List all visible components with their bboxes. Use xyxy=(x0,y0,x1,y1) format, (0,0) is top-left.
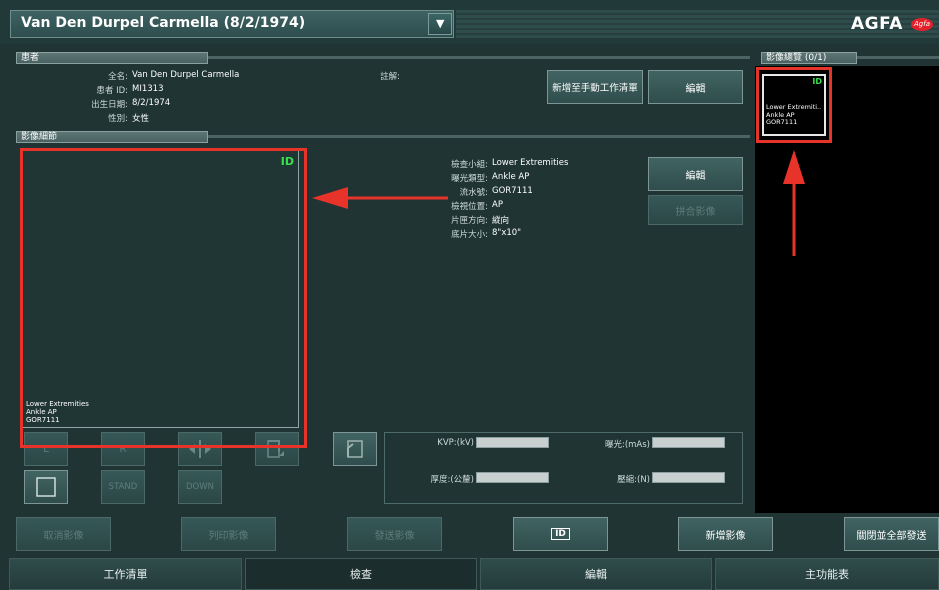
thickness-field[interactable] xyxy=(476,472,549,483)
detail-label: 檢查小組: xyxy=(451,160,488,170)
section-divider xyxy=(208,135,750,138)
detail-value: 縱向 xyxy=(492,216,510,226)
id-button[interactable]: ID xyxy=(513,517,608,551)
patient-id-label: 患者 ID: xyxy=(96,86,128,96)
patient-selector[interactable]: Van Den Durpel Carmella (8/2/1974) xyxy=(10,10,454,38)
section-divider xyxy=(208,56,750,59)
patient-id-value: MI1313 xyxy=(132,84,164,94)
detail-label: 檢視位置: xyxy=(451,202,488,212)
sex-value: 女性 xyxy=(132,114,150,124)
kvp-field[interactable] xyxy=(476,437,549,448)
kvp-label: KVP:(kV) xyxy=(437,438,474,448)
crop-frame-icon xyxy=(36,477,56,497)
patient-edit-button[interactable]: 編輯 xyxy=(648,70,743,104)
patient-title: Van Den Durpel Carmella (8/2/1974) xyxy=(21,15,306,31)
send-image-button[interactable]: 發送影像 xyxy=(347,517,442,551)
chevron-down-icon: ▼ xyxy=(436,17,445,30)
dob-value: 8/2/1974 xyxy=(132,98,171,108)
detail-label: 片匣方向: xyxy=(451,216,488,226)
highlight-thumbnail-box xyxy=(756,67,832,143)
detail-value: 8"x10" xyxy=(492,228,522,238)
close-and-send-all-button[interactable]: 關閉並全部發送 xyxy=(844,517,939,551)
stand-button[interactable]: STAND xyxy=(101,470,145,504)
overview-section-header: 影像總覽 (0/1) xyxy=(761,52,857,64)
mas-label: 曝光:(mAs) xyxy=(604,440,650,450)
agfa-logo-mark-icon: Agfa xyxy=(911,18,933,31)
agfa-logo: AGFA xyxy=(851,14,903,34)
add-to-worklist-button[interactable]: 新增至手動工作清單 xyxy=(547,70,643,104)
rotate-left-icon xyxy=(347,440,363,458)
detail-label: 流水號: xyxy=(459,188,488,198)
patient-dropdown-button[interactable]: ▼ xyxy=(428,13,452,35)
dob-label: 出生日期: xyxy=(91,100,128,110)
tab-worklist[interactable]: 工作清單 xyxy=(9,558,242,590)
mas-field[interactable] xyxy=(652,437,725,448)
section-divider xyxy=(857,56,939,59)
rotate-left-button[interactable] xyxy=(333,432,377,466)
tab-exam[interactable]: 檢查 xyxy=(245,558,477,590)
compression-label: 壓縮:(N) xyxy=(617,475,650,485)
fullname-value: Van Den Durpel Carmella xyxy=(132,70,240,80)
thickness-label: 厚度:(公釐) xyxy=(430,475,475,485)
comment-label: 註解: xyxy=(380,72,400,82)
detail-value: Ankle AP xyxy=(492,172,530,182)
detail-value: Lower Extremities xyxy=(492,158,569,168)
add-image-button[interactable]: 新增影像 xyxy=(678,517,773,551)
fullname-label: 全名: xyxy=(108,72,128,82)
image-detail-section-header: 影像細節 xyxy=(16,131,208,143)
detail-value: GOR7111 xyxy=(492,186,533,196)
down-button[interactable]: DOWN xyxy=(178,470,222,504)
tab-edit[interactable]: 編輯 xyxy=(480,558,712,590)
merge-image-button[interactable]: 拼合影像 xyxy=(648,195,743,225)
compression-field[interactable] xyxy=(652,472,725,483)
cancel-image-button[interactable]: 取消影像 xyxy=(16,517,111,551)
detail-label: 底片大小: xyxy=(451,230,488,240)
print-image-button[interactable]: 列印影像 xyxy=(181,517,276,551)
crop-button[interactable] xyxy=(24,470,68,504)
detail-label: 曝光類型: xyxy=(451,174,488,184)
patient-section-header: 患者 xyxy=(16,52,208,64)
id-icon: ID xyxy=(551,528,570,540)
tab-main-menu[interactable]: 主功能表 xyxy=(715,558,939,590)
detail-value: AP xyxy=(492,200,503,210)
sex-label: 性別: xyxy=(108,114,128,124)
highlight-preview-box xyxy=(20,148,307,448)
image-edit-button[interactable]: 編輯 xyxy=(648,157,743,191)
